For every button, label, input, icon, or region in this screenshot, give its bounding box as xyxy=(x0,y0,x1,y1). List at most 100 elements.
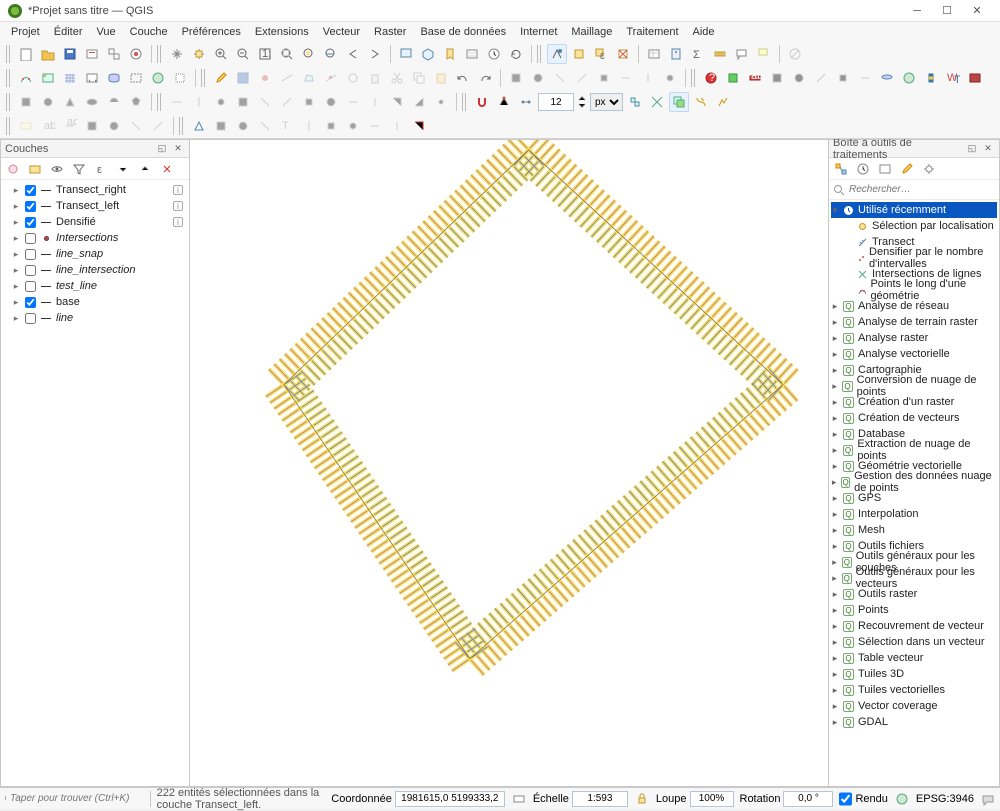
paste-button[interactable] xyxy=(431,68,451,88)
shape-tool-button[interactable] xyxy=(104,92,124,112)
plugin-button[interactable] xyxy=(723,68,743,88)
zoom-full-button[interactable] xyxy=(277,44,297,64)
category-item[interactable]: ▸QTable vecteur xyxy=(831,650,997,666)
select-button[interactable] xyxy=(569,44,589,64)
toolbar-handle[interactable] xyxy=(6,117,12,135)
category-item[interactable]: ▸QTuiles vectorielles xyxy=(831,682,997,698)
layer-checkbox[interactable] xyxy=(25,217,36,228)
shape-tool-button[interactable] xyxy=(82,92,102,112)
model-button[interactable] xyxy=(831,159,851,179)
recent-header[interactable]: ▾Utilisé récemment xyxy=(831,202,997,218)
zoom-last-button[interactable] xyxy=(343,44,363,64)
label-tool-button[interactable] xyxy=(148,116,168,136)
shape-tool-button[interactable] xyxy=(60,92,80,112)
menu-vue[interactable]: Vue xyxy=(90,24,123,40)
toolbar-handle[interactable] xyxy=(201,69,207,87)
adv-edit-button[interactable] xyxy=(506,68,526,88)
layer-checkbox[interactable] xyxy=(25,281,36,292)
add-raster-button[interactable] xyxy=(38,68,58,88)
layer-item[interactable]: ▸ line_intersection xyxy=(3,262,187,278)
menu-maillage[interactable]: Maillage xyxy=(564,24,619,40)
shape-tool-button[interactable] xyxy=(16,92,36,112)
adv-tool-button[interactable] xyxy=(255,92,275,112)
mesh-edit-button[interactable] xyxy=(387,116,407,136)
snapping-button[interactable] xyxy=(472,92,492,112)
rotation-input[interactable] xyxy=(783,791,833,807)
plugin-button[interactable] xyxy=(767,68,787,88)
adv-tool-button[interactable] xyxy=(343,92,363,112)
add-wms-button[interactable] xyxy=(148,68,168,88)
menu-editer[interactable]: Éditer xyxy=(47,24,90,40)
expand-button[interactable] xyxy=(113,159,133,179)
snap-unit-select[interactable]: px xyxy=(590,93,623,111)
menu-couche[interactable]: Couche xyxy=(123,24,175,40)
adv-edit-button[interactable] xyxy=(616,68,636,88)
mesh-edit-button[interactable] xyxy=(321,116,341,136)
snap-intersection-button[interactable] xyxy=(647,92,667,112)
topo-edit-button[interactable] xyxy=(625,92,645,112)
cut-button[interactable] xyxy=(387,68,407,88)
remove-button[interactable] xyxy=(157,159,177,179)
plugin-button[interactable]: abc xyxy=(745,68,765,88)
add-line-button[interactable] xyxy=(277,68,297,88)
layer-checkbox[interactable] xyxy=(25,249,36,260)
menu-raster[interactable]: Raster xyxy=(367,24,413,40)
shape-tool-button[interactable] xyxy=(126,92,146,112)
adv-tool-button[interactable] xyxy=(409,92,429,112)
menu-extensions[interactable]: Extensions xyxy=(248,24,316,40)
menu-preferences[interactable]: Préférences xyxy=(175,24,248,40)
adv-edit-button[interactable] xyxy=(638,68,658,88)
processing-search-input[interactable] xyxy=(849,184,995,195)
help-button[interactable]: ? xyxy=(701,68,721,88)
toolbar-handle[interactable] xyxy=(157,45,163,63)
toolbar-handle[interactable] xyxy=(6,45,12,63)
snap-spinner-button[interactable] xyxy=(576,92,588,112)
new-project-button[interactable] xyxy=(16,44,36,64)
toolbar-handle[interactable] xyxy=(6,93,12,111)
coord-input[interactable] xyxy=(395,791,505,807)
category-item[interactable]: ▸QTuiles 3D xyxy=(831,666,997,682)
layer-item[interactable]: ▸ test_line xyxy=(3,278,187,294)
add-mesh-button[interactable] xyxy=(60,68,80,88)
snap-config-button[interactable] xyxy=(494,92,514,112)
close-button[interactable]: ✕ xyxy=(962,0,992,21)
toolbar-handle[interactable] xyxy=(6,69,12,87)
undo-button[interactable] xyxy=(453,68,473,88)
adv-tool-button[interactable] xyxy=(431,92,451,112)
zoom-out-button[interactable] xyxy=(233,44,253,64)
recent-tool-item[interactable]: Points le long d'une géométrie xyxy=(831,282,997,298)
coord-toggle-button[interactable] xyxy=(511,789,527,809)
layer-item[interactable]: ▸ Transect_right i xyxy=(3,182,187,198)
map-canvas[interactable] xyxy=(189,139,829,787)
category-item[interactable]: ▸QOutils généraux pour les vecteurs xyxy=(831,570,997,586)
mesh-edit-button[interactable]: T xyxy=(277,116,297,136)
adv-edit-button[interactable] xyxy=(660,68,680,88)
plugin-button[interactable] xyxy=(965,68,985,88)
no-action-button[interactable] xyxy=(785,44,805,64)
layer-checkbox[interactable] xyxy=(25,233,36,244)
attributes-button[interactable] xyxy=(644,44,664,64)
adv-tool-button[interactable] xyxy=(365,92,385,112)
zoom-in-button[interactable] xyxy=(211,44,231,64)
menu-traitement[interactable]: Traitement xyxy=(619,24,685,40)
locator-input[interactable] xyxy=(10,793,144,804)
layer-style-button[interactable] xyxy=(3,159,23,179)
style-manager-button[interactable] xyxy=(126,44,146,64)
mesh-edit-button[interactable] xyxy=(409,116,429,136)
layer-item[interactable]: ▸ Transect_left i xyxy=(3,198,187,214)
open-project-button[interactable] xyxy=(38,44,58,64)
adv-edit-button[interactable] xyxy=(528,68,548,88)
field-calculator-button[interactable] xyxy=(666,44,686,64)
layer-checkbox[interactable] xyxy=(25,313,36,324)
snap-vertex-button[interactable] xyxy=(516,92,536,112)
new-scratch-button[interactable] xyxy=(170,68,190,88)
redo-button[interactable] xyxy=(475,68,495,88)
layer-checkbox[interactable] xyxy=(25,265,36,276)
category-item[interactable]: ▸QRecouvrement de vecteur xyxy=(831,618,997,634)
layer-info-icon[interactable]: i xyxy=(173,185,183,195)
layers-tree[interactable]: ▸ Transect_right i▸ Transect_left i▸ Den… xyxy=(1,180,189,786)
add-virtual-button[interactable] xyxy=(126,68,146,88)
label-tool-button[interactable] xyxy=(126,116,146,136)
add-group-button[interactable] xyxy=(25,159,45,179)
menu-projet[interactable]: Projet xyxy=(4,24,47,40)
